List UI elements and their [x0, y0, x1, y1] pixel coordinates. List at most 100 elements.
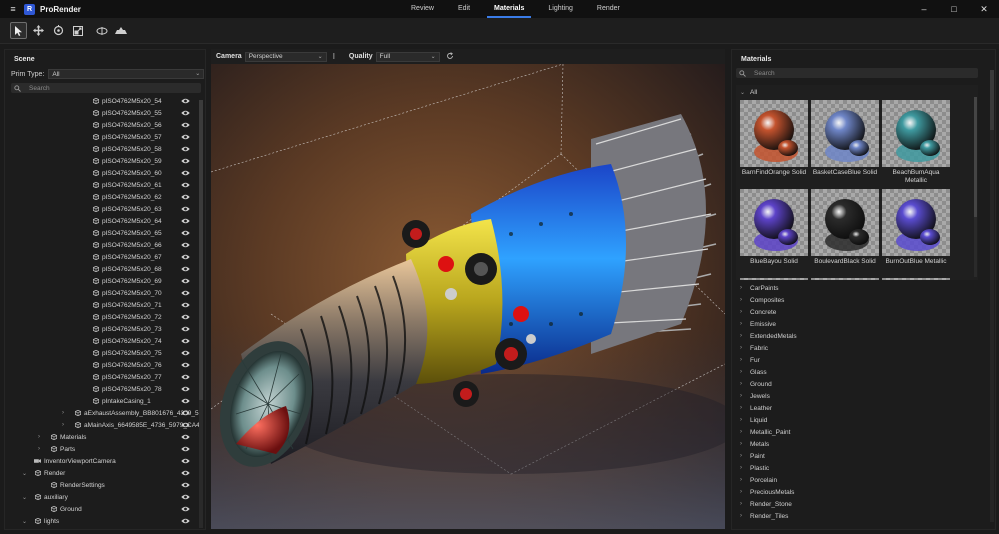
text-cursor-icon[interactable]: I [333, 52, 335, 61]
select-tool-icon[interactable] [10, 22, 27, 39]
material-category-metallic_paint[interactable]: ›Metallic_Paint [740, 426, 790, 438]
visibility-eye-icon[interactable] [181, 386, 190, 392]
expand-arrow-icon[interactable]: › [62, 422, 68, 428]
tab-review[interactable]: Review [404, 0, 441, 18]
close-icon[interactable]: ✕ [969, 0, 999, 18]
tree-row[interactable]: pISO4762M5x20_73 [5, 323, 200, 335]
material-category-glass[interactable]: ›Glass [740, 366, 767, 378]
material-tile[interactable]: BurnOutBlue Metallic [882, 189, 950, 266]
material-category-concrete[interactable]: ›Concrete [740, 306, 776, 318]
visibility-eye-icon[interactable] [181, 506, 190, 512]
visibility-eye-icon[interactable] [181, 98, 190, 104]
tree-row[interactable]: pISO4762M5x20_58 [5, 143, 200, 155]
material-category-plastic[interactable]: ›Plastic [740, 462, 769, 474]
materials-search-input[interactable]: Search [736, 68, 978, 78]
material-grid-scrollbar[interactable] [974, 97, 977, 277]
tree-row[interactable]: pISO4762M5x20_69 [5, 275, 200, 287]
visibility-eye-icon[interactable] [181, 242, 190, 248]
tree-row[interactable]: pISO4762M5x20_71 [5, 299, 200, 311]
tree-row[interactable]: pIntakeCasing_1 [5, 395, 200, 407]
material-category-emissive[interactable]: ›Emissive [740, 318, 776, 330]
tree-row[interactable]: pISO4762M5x20_59 [5, 155, 200, 167]
collapse-arrow-icon[interactable]: ⌄ [22, 470, 28, 477]
tree-row[interactable]: ⌄auxiliary [5, 491, 200, 503]
material-category-fabric[interactable]: ›Fabric [740, 342, 768, 354]
quality-select[interactable]: Full ⌄ [376, 52, 440, 62]
material-category-carpaints[interactable]: ›CarPaints [740, 282, 779, 294]
tree-row[interactable]: pISO4762M5x20_61 [5, 179, 200, 191]
material-category-ground[interactable]: ›Ground [740, 378, 772, 390]
visibility-eye-icon[interactable] [181, 362, 190, 368]
prim-type-select[interactable]: All ⌄ [48, 69, 204, 79]
tab-materials[interactable]: Materials [487, 0, 531, 18]
scene-scrollbar-thumb[interactable] [199, 100, 203, 400]
visibility-eye-icon[interactable] [181, 314, 190, 320]
tree-row[interactable]: pISO4762M5x20_55 [5, 107, 200, 119]
material-tile[interactable]: BeachBumAqua Metallic [882, 100, 950, 185]
visibility-eye-icon[interactable] [181, 182, 190, 188]
tree-row[interactable]: ›Parts [5, 443, 200, 455]
category-all[interactable]: ⌄ All [740, 86, 757, 98]
minimize-icon[interactable]: – [909, 0, 939, 18]
material-category-extendedmetals[interactable]: ›ExtendedMetals [740, 330, 797, 342]
material-tile[interactable]: BasketCaseBlue Solid [811, 100, 879, 177]
ground-tool-icon[interactable] [112, 22, 129, 39]
material-tile[interactable]: BlueBayou Solid [740, 189, 808, 266]
visibility-eye-icon[interactable] [181, 170, 190, 176]
visibility-eye-icon[interactable] [181, 194, 190, 200]
refresh-icon[interactable] [446, 52, 454, 62]
tree-row[interactable]: pISO4762M5x20_66 [5, 239, 200, 251]
material-grid-scrollbar-thumb[interactable] [974, 97, 977, 217]
collapse-arrow-icon[interactable]: ⌄ [22, 494, 28, 501]
material-category-paint[interactable]: ›Paint [740, 450, 765, 462]
material-category-leather[interactable]: ›Leather [740, 402, 772, 414]
tree-row[interactable]: pISO4762M5x20_65 [5, 227, 200, 239]
visibility-eye-icon[interactable] [181, 146, 190, 152]
visibility-eye-icon[interactable] [181, 434, 190, 440]
tree-row[interactable]: ⌄Render [5, 467, 200, 479]
material-tile[interactable] [811, 278, 879, 280]
visibility-eye-icon[interactable] [181, 110, 190, 116]
expand-arrow-icon[interactable]: › [38, 446, 44, 452]
visibility-eye-icon[interactable] [181, 374, 190, 380]
scene-scrollbar[interactable] [199, 100, 203, 528]
tab-edit[interactable]: Edit [451, 0, 477, 18]
tree-row[interactable]: Ground [5, 503, 200, 515]
tree-row[interactable]: ›Materials [5, 431, 200, 443]
tree-row[interactable]: InventorViewportCamera [5, 455, 200, 467]
tree-row[interactable]: pISO4762M5x20_74 [5, 335, 200, 347]
visibility-eye-icon[interactable] [181, 410, 190, 416]
visibility-eye-icon[interactable] [181, 302, 190, 308]
tree-row[interactable]: pISO4762M5x20_78 [5, 383, 200, 395]
tree-row[interactable]: ⌄lights [5, 515, 200, 527]
scale-tool-icon[interactable] [69, 22, 86, 39]
expand-arrow-icon[interactable]: › [62, 410, 68, 416]
visibility-eye-icon[interactable] [181, 218, 190, 224]
tree-row[interactable]: pISO4762M5x20_77 [5, 371, 200, 383]
material-category-liquid[interactable]: ›Liquid [740, 414, 767, 426]
visibility-eye-icon[interactable] [181, 518, 190, 524]
orbit-tool-icon[interactable] [93, 22, 110, 39]
tree-row[interactable]: pISO4762M5x20_56 [5, 119, 200, 131]
expand-arrow-icon[interactable]: › [38, 434, 44, 440]
collapse-arrow-icon[interactable]: ⌄ [22, 518, 28, 525]
visibility-eye-icon[interactable] [181, 350, 190, 356]
visibility-eye-icon[interactable] [181, 134, 190, 140]
tree-row[interactable]: ›aMainAxis_6649585E_4736_5979_CA4F [5, 419, 200, 431]
materials-scrollbar[interactable] [990, 70, 994, 522]
material-tile[interactable]: BarnFindOrange Solid [740, 100, 808, 177]
visibility-eye-icon[interactable] [181, 338, 190, 344]
tree-row[interactable]: pISO4762M5x20_76 [5, 359, 200, 371]
visibility-eye-icon[interactable] [181, 278, 190, 284]
material-tile[interactable]: BoulevardBlack Solid [811, 189, 879, 266]
visibility-eye-icon[interactable] [181, 398, 190, 404]
material-tile[interactable] [882, 278, 950, 280]
tree-row[interactable]: ›aExhaustAssembly_BB801676_4379_5B [5, 407, 200, 419]
material-category-fur[interactable]: ›Fur [740, 354, 760, 366]
tree-row[interactable]: pISO4762M5x20_70 [5, 287, 200, 299]
visibility-eye-icon[interactable] [181, 254, 190, 260]
tree-row[interactable]: pISO4762M5x20_57 [5, 131, 200, 143]
tree-row[interactable]: RenderSettings [5, 479, 200, 491]
maximize-icon[interactable]: □ [939, 0, 969, 18]
material-category-composites[interactable]: ›Composites [740, 294, 784, 306]
